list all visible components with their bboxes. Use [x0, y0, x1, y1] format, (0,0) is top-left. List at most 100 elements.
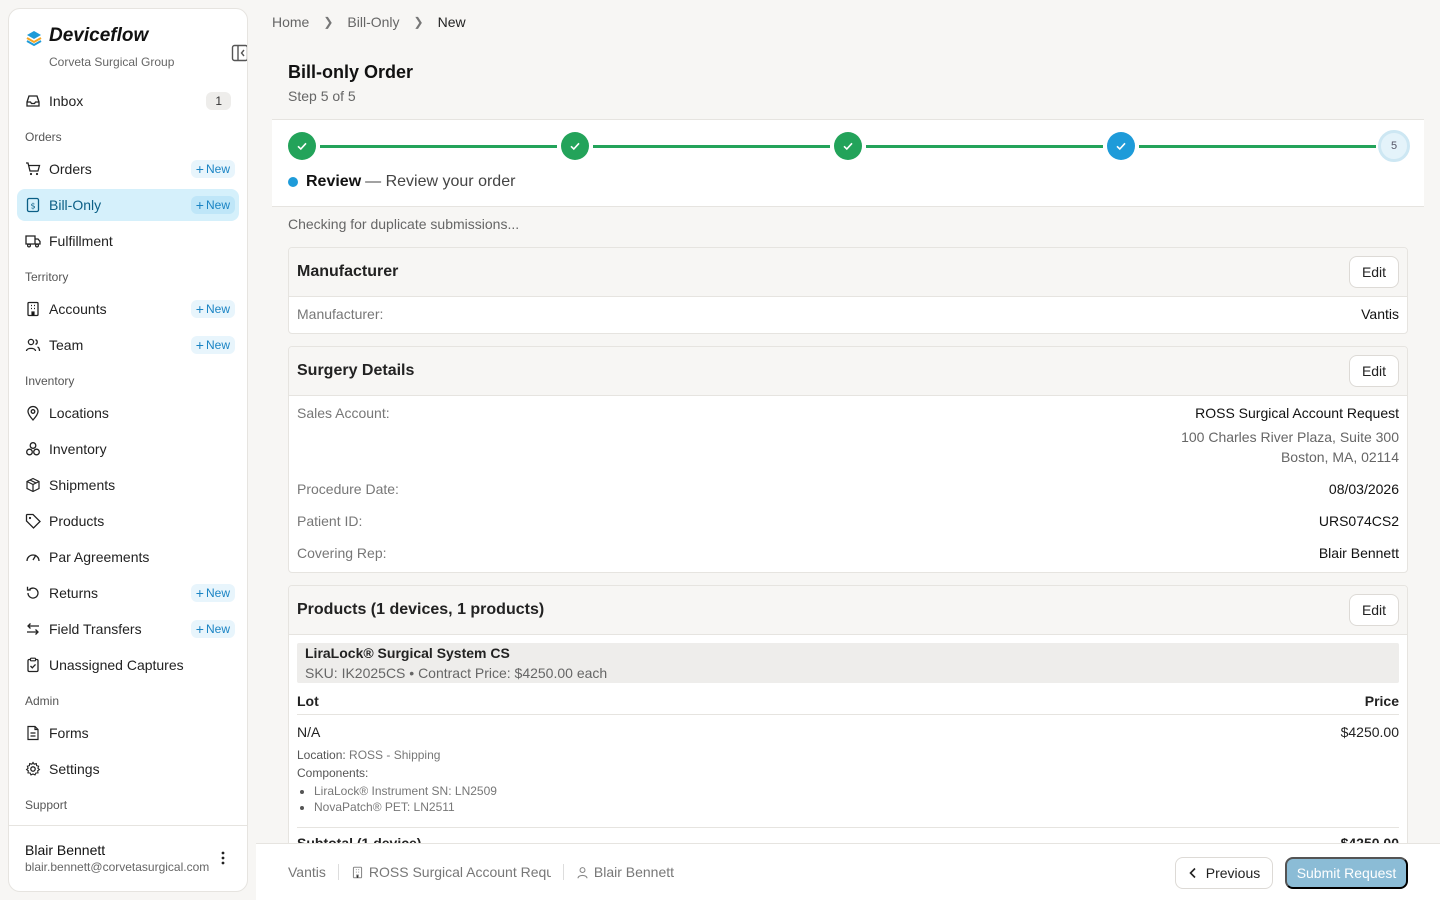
sidebar-item-label: Inventory [49, 441, 107, 457]
sidebar-item-par-agreements[interactable]: Par Agreements [17, 541, 239, 573]
inbox-count-badge: 1 [206, 92, 231, 110]
sidebar-item-team[interactable]: Team + New [17, 329, 239, 361]
sidebar-item-returns[interactable]: Returns + New [17, 577, 239, 609]
order-summary-info: Vantis ROSS Surgical Account Request Bla… [288, 864, 674, 880]
sidebar-item-bill-only[interactable]: $ Bill-Only + New [17, 189, 239, 221]
step-1-complete[interactable] [288, 132, 316, 160]
svg-text:$: $ [30, 202, 35, 211]
sidebar-item-label: Bill-Only [49, 197, 102, 213]
sidebar-item-settings[interactable]: Settings [17, 753, 239, 785]
step-connector [593, 145, 830, 148]
patient-id-row: Patient ID: URS074CS2 [289, 504, 1407, 536]
more-vertical-icon[interactable] [215, 850, 231, 866]
edit-products-button[interactable]: Edit [1349, 594, 1399, 626]
breadcrumb-home[interactable]: Home [272, 14, 309, 30]
sidebar-item-label: Shipments [49, 477, 116, 493]
submit-request-button[interactable]: Submit Request [1285, 857, 1408, 889]
plus-icon: + [195, 621, 204, 637]
sidebar-item-inbox[interactable]: Inbox 1 [17, 85, 239, 117]
sidebar-item-field-transfers[interactable]: Field Transfers + New [17, 613, 239, 645]
page-step: Step 5 of 5 [288, 88, 356, 104]
truck-icon [25, 233, 41, 249]
card-title: Products (1 devices, 1 products) [297, 601, 545, 618]
section-label-orders: Orders [25, 130, 62, 144]
step-3-complete[interactable] [834, 132, 862, 160]
sidebar-item-unassigned-captures[interactable]: Unassigned Captures [17, 649, 239, 681]
covering-rep-label: Covering Rep: [297, 545, 387, 561]
new-bill-only-button[interactable]: + New [190, 196, 235, 214]
edit-manufacturer-button[interactable]: Edit [1349, 256, 1399, 288]
collapse-sidebar-icon[interactable] [231, 44, 248, 62]
sidebar-item-orders[interactable]: Orders + New [17, 153, 239, 185]
lot-table-header: Lot Price [297, 691, 1399, 715]
new-order-button[interactable]: + New [190, 160, 235, 178]
sidebar-item-accounts[interactable]: Accounts + New [17, 293, 239, 325]
footer-bar: Vantis ROSS Surgical Account Request Bla… [256, 843, 1440, 900]
new-label: New [205, 162, 230, 176]
sidebar-item-label: Forms [49, 725, 89, 741]
footer-manufacturer: Vantis [288, 864, 326, 880]
check-icon [570, 142, 580, 151]
sidebar-item-fulfillment[interactable]: Fulfillment [17, 225, 239, 257]
new-label: New [205, 586, 230, 600]
brand-name: Deviceflow [49, 25, 149, 46]
step-5-current: 5 [1378, 130, 1410, 162]
building-icon [352, 866, 362, 878]
procedure-date-row: Procedure Date: 08/03/2026 [289, 472, 1407, 504]
covering-rep-row: Covering Rep: Blair Bennett [289, 536, 1407, 568]
previous-button[interactable]: Previous [1175, 857, 1273, 889]
user-profile[interactable]: Blair Bennett blair.bennett@corvetasurgi… [9, 825, 247, 891]
table-row: N/A $4250.00 Location: ROSS - Shipping C… [297, 718, 1399, 828]
inbox-icon [25, 93, 41, 109]
breadcrumb-bill-only[interactable]: Bill-Only [347, 14, 399, 30]
brand-org: Corveta Surgical Group [49, 55, 175, 69]
patient-id-label: Patient ID: [297, 513, 363, 529]
sidebar-item-forms[interactable]: Forms [17, 717, 239, 749]
step-2-complete[interactable] [561, 132, 589, 160]
sidebar-item-products[interactable]: Products [17, 505, 239, 537]
sidebar: Deviceflow Corveta Surgical Group Inbox … [8, 8, 248, 892]
edit-surgery-details-button[interactable]: Edit [1349, 355, 1399, 387]
card-title: Manufacturer [297, 263, 399, 280]
location-line: Location: ROSS - Shipping [297, 748, 440, 762]
manufacturer-card: Manufacturer Edit Manufacturer: Vantis [288, 247, 1408, 334]
user-email: blair.bennett@corvetasurgical.com [25, 860, 210, 874]
sidebar-item-label: Settings [49, 761, 100, 777]
user-name: Blair Bennett [25, 842, 106, 858]
section-label-territory: Territory [25, 270, 69, 284]
step-4-complete[interactable] [1107, 132, 1135, 160]
plus-icon: + [195, 161, 204, 177]
covering-rep-value: Blair Bennett [1318, 545, 1399, 561]
breadcrumb-current: New [437, 14, 466, 30]
current-step-description: — Review your order [365, 173, 516, 190]
new-return-button[interactable]: + New [190, 584, 235, 602]
surgery-details-card: Surgery Details Edit Sales Account: ROSS… [288, 346, 1408, 573]
gauge-icon [25, 549, 41, 565]
sidebar-item-inventory[interactable]: Inventory [17, 433, 239, 465]
sidebar-item-shipments[interactable]: Shipments [17, 469, 239, 501]
location-value: ROSS - Shipping [349, 748, 441, 762]
new-team-button[interactable]: + New [190, 336, 235, 354]
sidebar-item-label: Fulfillment [49, 233, 113, 249]
brand: Deviceflow Corveta Surgical Group [25, 25, 247, 75]
building-icon [25, 301, 41, 317]
section-label-admin: Admin [25, 694, 60, 708]
new-account-button[interactable]: + New [190, 300, 235, 318]
sidebar-item-locations[interactable]: Locations [17, 397, 239, 429]
sidebar-item-label: Accounts [49, 301, 107, 317]
sidebar-item-label: Unassigned Captures [49, 657, 184, 673]
boxes-icon [25, 441, 41, 457]
manufacturer-row: Manufacturer: Vantis [289, 297, 1407, 329]
product-sku: SKU: IK2025CS • Contract Price: $4250.00… [305, 665, 608, 681]
footer-rep: Blair Bennett [593, 864, 675, 880]
procedure-date-label: Procedure Date: [297, 481, 399, 497]
new-field-transfer-button[interactable]: + New [190, 620, 235, 638]
procedure-date-value: 08/03/2026 [1328, 481, 1399, 497]
new-label: New [205, 622, 230, 636]
rotate-ccw-icon [25, 585, 41, 601]
check-icon [843, 142, 853, 151]
divider [337, 864, 339, 880]
duplicate-check-status: Checking for duplicate submissions... [288, 216, 520, 232]
lot-value: N/A [297, 724, 321, 740]
chevron-right-icon: ❯ [413, 15, 424, 29]
